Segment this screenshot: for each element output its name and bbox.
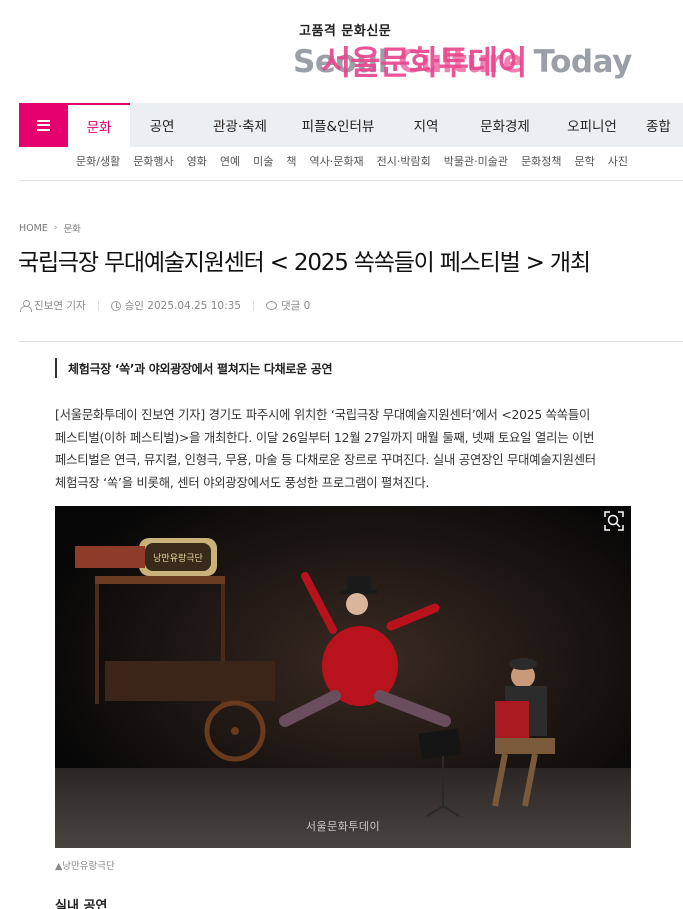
- menu-button[interactable]: [19, 103, 68, 147]
- photo-watermark: 서울문화투데이: [305, 820, 381, 833]
- article-title: 국립극장 무대예술지원센터 < 2025 쏙쏙들이 페스티벌 > 개최: [18, 250, 591, 276]
- subnav-item[interactable]: 영화: [187, 153, 207, 169]
- user-icon: [20, 300, 32, 312]
- breadcrumb: HOME › 문화: [19, 221, 81, 236]
- subnav-item[interactable]: 미술: [253, 153, 273, 169]
- meta-divider: [253, 300, 255, 311]
- main-nav: 문화 공연 관광·축제 피플&인터뷰 지역 문화경제 오피니언 종합: [19, 103, 683, 147]
- nav-item-general[interactable]: 종합: [636, 103, 683, 147]
- comment-count: 댓글 0: [281, 300, 311, 312]
- article-divider: [19, 341, 683, 342]
- nav-item-culture[interactable]: 문화: [68, 103, 130, 147]
- meta-divider: [97, 300, 99, 311]
- subnav-item[interactable]: 책: [286, 153, 296, 169]
- subnav-item[interactable]: 박물관·미술관: [444, 153, 508, 169]
- nav-item-tourism-festival[interactable]: 관광·축제: [194, 103, 286, 147]
- site-logo[interactable]: Seoul Culture Today 서울문화투데이: [293, 38, 632, 88]
- section-heading: 실내 공연: [55, 899, 108, 909]
- breadcrumb-home[interactable]: HOME: [19, 223, 48, 234]
- article-subtitle: 체험극장 ‘쏙’과 야외광장에서 펼쳐지는 다채로운 공연: [55, 358, 333, 378]
- subnav-item[interactable]: 문화/생활: [76, 153, 120, 169]
- hamburger-icon: [37, 119, 50, 131]
- comment-icon: [266, 301, 278, 310]
- subnav-divider: [19, 180, 683, 181]
- photo-caption: ▲낭만유랑극단: [55, 861, 115, 872]
- nav-item-people-interview[interactable]: 피플&인터뷰: [286, 103, 390, 147]
- article-meta: 진보연 기자 승인 2025.04.25 10:35 댓글 0: [20, 298, 310, 313]
- article-author: 진보연 기자: [34, 300, 86, 312]
- nav-item-culture-economy[interactable]: 문화경제: [462, 103, 548, 147]
- chevron-right-icon: ›: [53, 223, 58, 233]
- subnav-item[interactable]: 사진: [608, 153, 628, 169]
- subnav-item[interactable]: 문학: [574, 153, 594, 169]
- subnav-item[interactable]: 전시·박람회: [377, 153, 431, 169]
- article-photo[interactable]: 낭만유랑극단 서울문화투데이: [55, 506, 631, 848]
- cart-sign-text: 낭만유랑극단: [153, 552, 203, 564]
- subnav-item[interactable]: 문화정책: [521, 153, 561, 169]
- nav-item-region[interactable]: 지역: [390, 103, 462, 147]
- logo-korean: 서울문화투데이: [321, 43, 528, 82]
- site-header: 고품격 문화신문 Seoul Culture Today 서울문화투데이: [0, 0, 683, 100]
- nav-item-opinion[interactable]: 오피니언: [548, 103, 636, 147]
- zoom-icon[interactable]: [603, 510, 627, 534]
- subnav-item[interactable]: 역사·문화재: [310, 153, 364, 169]
- subnav-item[interactable]: 연예: [220, 153, 240, 169]
- breadcrumb-section[interactable]: 문화: [63, 221, 80, 235]
- comments-link[interactable]: 댓글 0: [266, 298, 310, 313]
- article-body: [서울문화투데이 진보연 기자] 경기도 파주시에 위치한 ‘국립극장 무대예술…: [55, 408, 596, 490]
- article-approved-date: 승인 2025.04.25 10:35: [124, 300, 242, 312]
- nav-item-performance[interactable]: 공연: [130, 103, 194, 147]
- clock-icon: [110, 300, 121, 311]
- sub-nav: 문화/생활 문화행사 영화 연예 미술 책 역사·문화재 전시·박람회 박물관·…: [76, 153, 641, 169]
- stage-photo-illustration: 낭만유랑극단: [55, 506, 631, 848]
- subnav-item[interactable]: 문화행사: [133, 153, 173, 169]
